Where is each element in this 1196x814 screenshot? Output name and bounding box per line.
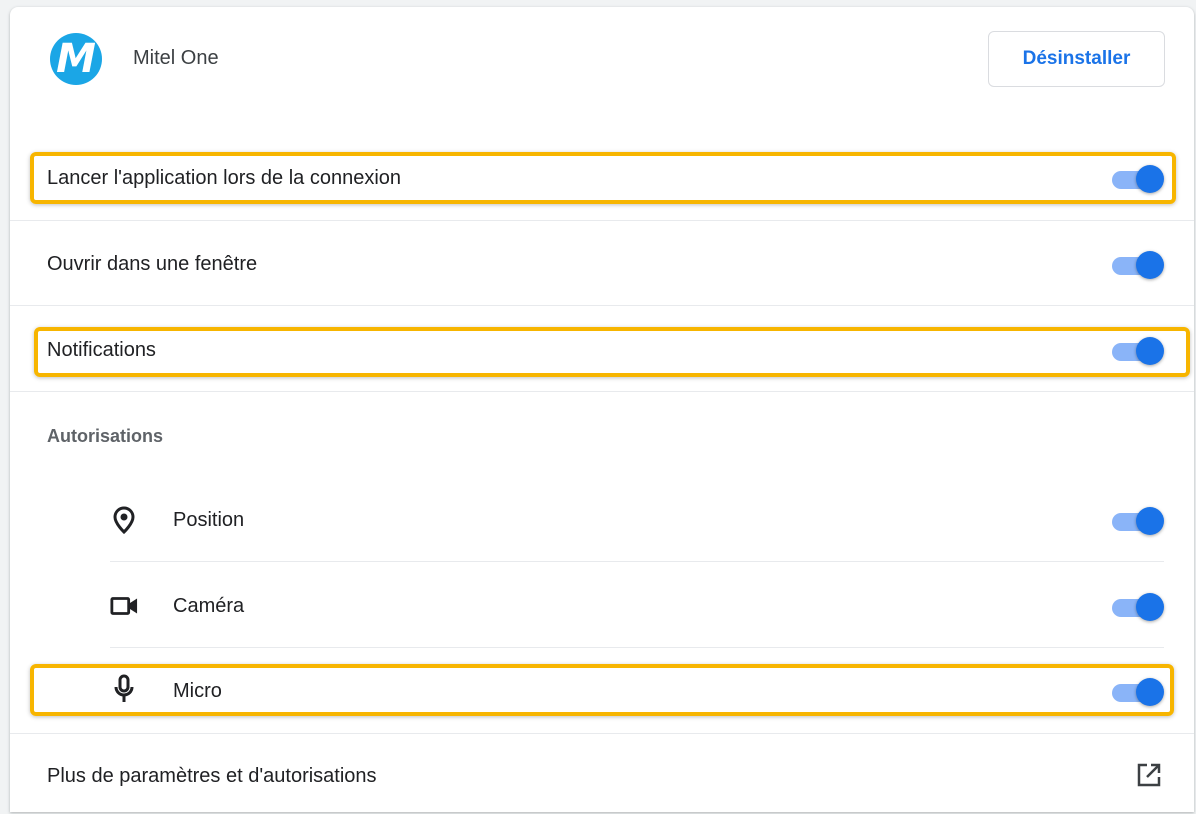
divider <box>10 391 1194 392</box>
more-settings-row[interactable]: Plus de paramètres et d'autorisations <box>10 753 1194 799</box>
microphone-toggle[interactable] <box>1112 678 1164 706</box>
toggle-knob <box>1136 678 1164 706</box>
toggle-knob <box>1136 251 1164 279</box>
location-pin-icon <box>110 506 138 534</box>
divider <box>110 647 1164 648</box>
permission-row-camera[interactable]: Caméra <box>10 583 1194 629</box>
permission-row-microphone[interactable]: Micro <box>10 668 1194 714</box>
permission-row-position[interactable]: Position <box>10 497 1194 543</box>
permission-label: Micro <box>173 679 222 702</box>
position-toggle[interactable] <box>1112 507 1164 535</box>
permission-label: Caméra <box>173 594 245 617</box>
app-name: Mitel One <box>133 47 219 69</box>
toggle-knob <box>1136 165 1164 193</box>
divider <box>10 220 1194 221</box>
uninstall-button[interactable]: Désinstaller <box>988 31 1165 87</box>
divider <box>110 561 1164 562</box>
camera-toggle[interactable] <box>1112 593 1164 621</box>
microphone-icon <box>110 674 138 703</box>
video-camera-icon <box>110 592 138 620</box>
toggle-knob <box>1136 337 1164 365</box>
divider <box>10 733 1194 734</box>
setting-label: Lancer l'application lors de la connexio… <box>47 166 402 189</box>
app-header: M Mitel One Désinstaller <box>10 7 1194 119</box>
toggle-knob <box>1136 593 1164 621</box>
permissions-title: Autorisations <box>47 426 164 446</box>
launch-at-login-toggle[interactable] <box>1112 165 1164 193</box>
app-settings-card: M Mitel One Désinstaller Lancer l'applic… <box>10 7 1194 812</box>
setting-row-launch-at-login[interactable]: Lancer l'application lors de la connexio… <box>10 155 1194 201</box>
notifications-toggle[interactable] <box>1112 337 1164 365</box>
setting-row-notifications[interactable]: Notifications <box>10 327 1194 373</box>
more-settings-label: Plus de paramètres et d'autorisations <box>47 764 377 787</box>
setting-row-open-in-window[interactable]: Ouvrir dans une fenêtre <box>10 241 1194 287</box>
permission-label: Position <box>173 508 245 531</box>
mitel-logo: M <box>50 33 102 85</box>
open-in-window-toggle[interactable] <box>1112 251 1164 279</box>
setting-label: Notifications <box>47 338 156 361</box>
toggle-knob <box>1136 507 1164 535</box>
setting-label: Ouvrir dans une fenêtre <box>47 252 258 275</box>
open-external-icon[interactable] <box>1136 762 1164 790</box>
divider <box>10 305 1194 306</box>
